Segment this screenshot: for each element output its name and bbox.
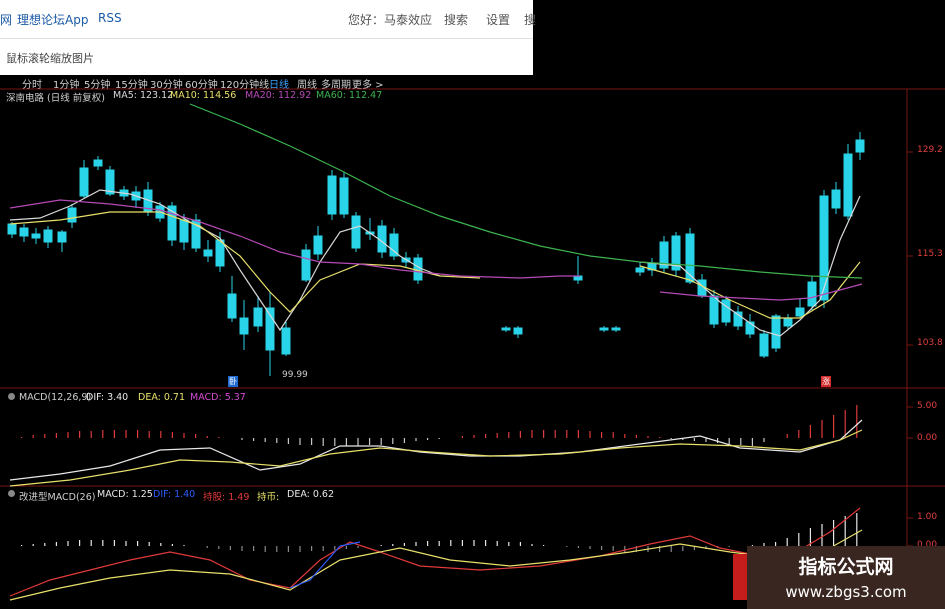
candle-body-34 — [513, 327, 523, 335]
macd-tick-top: 5.00 — [917, 401, 938, 411]
candle-body-19 — [239, 317, 249, 335]
candle-body-48 — [759, 333, 769, 357]
candle-body-33 — [501, 327, 511, 331]
watermark-title: 指标公式网 — [798, 556, 894, 578]
candle-body-23 — [301, 249, 311, 281]
candle-body-4 — [57, 231, 67, 243]
candle-body-26 — [339, 177, 349, 215]
candle-body-52 — [807, 281, 817, 307]
macd-dif-line — [9, 419, 863, 481]
candle-body-20 — [253, 307, 263, 327]
rise-marker: 涨 — [821, 376, 831, 387]
price-tick-low: 103.8 — [917, 338, 943, 348]
candle-body-14 — [179, 219, 189, 243]
imp-macd: MACD: 1.25 — [97, 489, 153, 500]
candle-body-50 — [783, 317, 793, 327]
watermark-logo-icon — [733, 554, 747, 600]
watermark-url: www.zbgs3.com — [785, 583, 907, 601]
candle-body-55 — [843, 153, 853, 217]
candle-body-7 — [93, 159, 103, 167]
candle-body-2 — [31, 233, 41, 239]
candle-body-18 — [227, 293, 237, 319]
site-watermark: 指标公式网 www.zbgs3.com — [733, 546, 945, 609]
imp-dot-icon — [8, 489, 15, 500]
candle-body-24 — [313, 235, 323, 255]
candle-body-17 — [215, 239, 225, 267]
candle-body-56 — [855, 139, 865, 153]
candle-body-22 — [281, 327, 291, 355]
candle-body-54 — [831, 189, 841, 209]
macd-dea: DEA: 0.71 — [138, 392, 186, 403]
candle-body-53 — [819, 195, 829, 301]
low-price-label: 99.99 — [282, 370, 308, 380]
candle-body-25 — [327, 175, 337, 215]
macd-tick-zero: 0.00 — [917, 433, 938, 443]
candle-body-47 — [745, 321, 755, 335]
macd-name: MACD(12,26,9) — [19, 392, 92, 403]
ma60-line — [189, 103, 863, 279]
imp-hold: 持股: 1.49 — [203, 492, 250, 503]
macd-dif: DIF: 3.40 — [86, 392, 129, 403]
price-tick-high: 129.2 — [917, 145, 943, 155]
candle-body-44 — [709, 295, 719, 325]
candle-body-37 — [611, 327, 621, 331]
imp-name: 改进型MACD(26) — [19, 492, 96, 503]
candle-body-27 — [351, 215, 361, 249]
kline-chart — [0, 88, 945, 609]
candle-body-1 — [19, 227, 29, 237]
ma20-line-a — [9, 199, 580, 279]
candle-body-49 — [771, 315, 781, 349]
candle-body-32 — [413, 257, 423, 281]
candle-body-5 — [67, 207, 77, 223]
candle-body-0 — [7, 223, 17, 235]
imp-dif: DIF: 1.40 — [153, 489, 196, 500]
imp-dea: DEA: 0.62 — [287, 489, 335, 500]
candle-body-16 — [203, 249, 213, 257]
macd-dea-line — [9, 429, 863, 487]
imp-coin: 持币: — [257, 492, 280, 503]
price-tick-mid: 115.3 — [917, 249, 943, 259]
macd-dot-icon — [8, 392, 15, 403]
candle-body-38 — [635, 267, 645, 273]
imp-tick-top: 1.00 — [917, 512, 938, 522]
candle-body-6 — [79, 167, 89, 197]
candle-body-36 — [599, 327, 609, 331]
candle-body-3 — [43, 229, 53, 243]
macd-value: MACD: 5.37 — [190, 392, 246, 403]
candle-body-51 — [795, 307, 805, 317]
buy-marker: 卧 — [228, 376, 238, 387]
candle-body-45 — [721, 299, 731, 323]
